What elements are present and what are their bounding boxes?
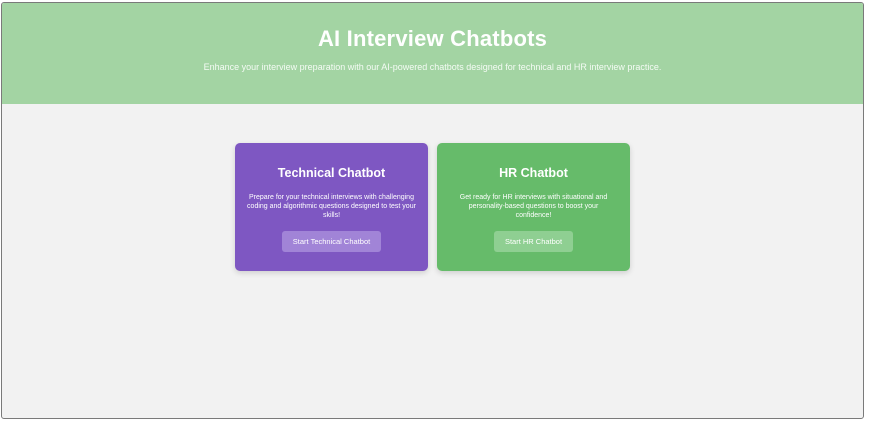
card-title: HR Chatbot bbox=[499, 166, 568, 180]
hr-chatbot-card: HR Chatbot Get ready for HR interviews w… bbox=[437, 143, 630, 271]
start-hr-chatbot-button[interactable]: Start HR Chatbot bbox=[493, 231, 574, 252]
page-title: AI Interview Chatbots bbox=[317, 26, 548, 51]
start-technical-chatbot-button[interactable]: Start Technical Chatbot bbox=[281, 231, 382, 252]
page-header: AI Interview Chatbots Enhance your inter… bbox=[2, 3, 863, 104]
page-subtitle: Enhance your interview preparation with … bbox=[203, 62, 662, 72]
card-title: Technical Chatbot bbox=[277, 166, 386, 180]
chatbot-cards: Technical Chatbot Prepare for your techn… bbox=[2, 143, 863, 271]
app-window: AI Interview Chatbots Enhance your inter… bbox=[1, 2, 864, 419]
card-description: Get ready for HR interviews with situati… bbox=[459, 194, 608, 219]
technical-chatbot-card: Technical Chatbot Prepare for your techn… bbox=[235, 143, 428, 271]
card-description: Prepare for your technical interviews wi… bbox=[247, 194, 416, 219]
